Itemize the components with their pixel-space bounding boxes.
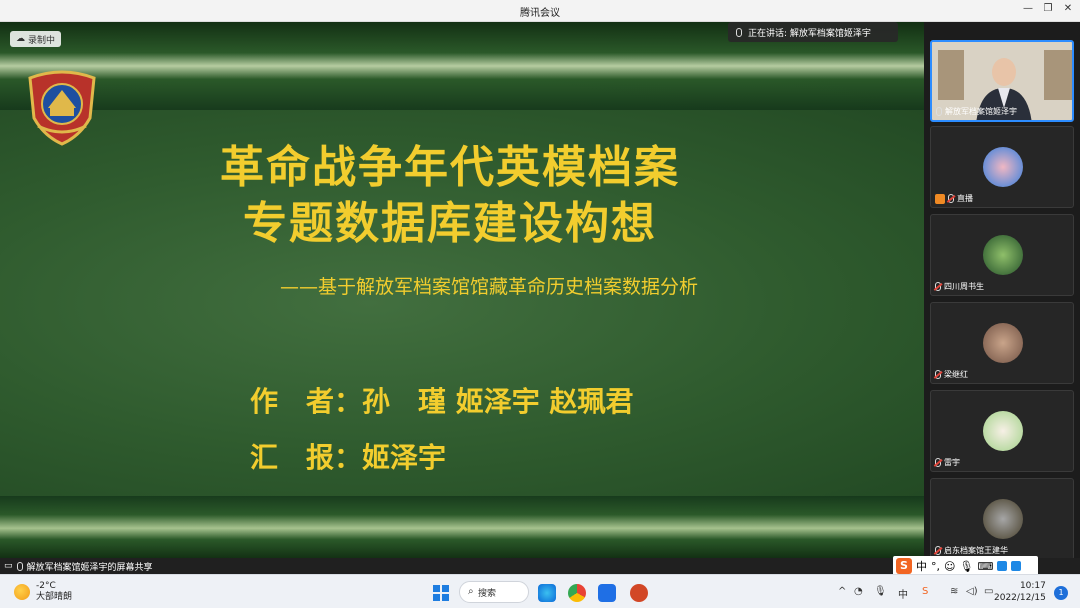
search-icon: ⌕ bbox=[468, 586, 474, 597]
sogou-icon[interactable]: S bbox=[896, 558, 912, 574]
slide-title-line-2: 专题数据库建设构想 bbox=[243, 198, 657, 249]
participant-name: 雷宇 bbox=[944, 458, 960, 467]
skin-icon[interactable] bbox=[997, 561, 1008, 571]
speaker-mic-icon bbox=[736, 27, 742, 37]
slide-subtitle: ——基于解放军档案馆馆藏革命历史档案数据分析 bbox=[280, 276, 699, 298]
tray-app-icon[interactable]: ◔ bbox=[854, 586, 863, 597]
participant-avatar bbox=[983, 323, 1023, 363]
windows-taskbar: -2°C 大部晴朗 ⌕ 搜索 ^ ◔ 🎙 中 S ≋ ◁) ▭ 10:17 20… bbox=[0, 574, 1080, 608]
keyboard-icon[interactable]: ⌨ bbox=[977, 560, 993, 573]
mic-muted-icon bbox=[935, 370, 941, 379]
wifi-icon[interactable]: ≋ bbox=[950, 586, 958, 597]
screen-share-icon: ▭ bbox=[4, 561, 13, 571]
mic-muted-icon bbox=[948, 194, 954, 203]
speaking-text: 正在讲话: 解放军档案馆姬泽宇 bbox=[748, 28, 871, 39]
participant-tile[interactable]: 雷宇 bbox=[930, 390, 1074, 472]
volume-icon[interactable]: ◁) bbox=[966, 586, 978, 597]
mic-muted-icon bbox=[935, 458, 941, 467]
cloud-icon: ☁ bbox=[16, 34, 25, 44]
close-icon[interactable]: ✕ bbox=[1060, 3, 1076, 14]
mic-muted-icon bbox=[935, 546, 941, 555]
sogou-tray-icon[interactable]: S bbox=[922, 586, 928, 597]
screen-share-label: 解放军档案馆姬泽宇的屏幕共享 bbox=[26, 562, 153, 573]
archive-emblem-logo bbox=[28, 70, 96, 146]
tencent-meeting-icon[interactable] bbox=[598, 584, 616, 602]
edge-icon[interactable] bbox=[538, 584, 556, 602]
minimize-icon[interactable]: — bbox=[1020, 3, 1036, 14]
participants-panel: 解放军档案馆姬泽宇 直播 四川周书生 梁继红 雷宇 启东档案馆王建华 bbox=[924, 22, 1080, 560]
slide-title: 革命战争年代英模档案 专题数据库建设构想 bbox=[180, 140, 720, 252]
participant-label: 雷宇 bbox=[935, 457, 960, 468]
participant-tile[interactable]: 直播 bbox=[930, 126, 1074, 208]
weather-icon bbox=[14, 584, 30, 600]
participant-avatar bbox=[983, 411, 1023, 451]
slide-title-line-1: 革命战争年代英模档案 bbox=[220, 142, 680, 193]
participant-avatar bbox=[983, 235, 1023, 275]
participant-tile[interactable]: 解放军档案馆姬泽宇 bbox=[930, 40, 1074, 122]
system-clock[interactable]: 10:17 2022/12/15 bbox=[994, 580, 1046, 604]
participant-label: 梁继红 bbox=[935, 369, 968, 380]
punctuation-icon[interactable]: °, bbox=[931, 560, 940, 573]
windows-start-icon[interactable] bbox=[433, 585, 449, 601]
shared-slide: 革命战争年代英模档案 专题数据库建设构想 ——基于解放军档案馆馆藏革命历史档案数… bbox=[0, 22, 924, 558]
battery-icon[interactable]: ▭ bbox=[984, 586, 993, 597]
participant-name: 启东档案馆王建华 bbox=[944, 546, 1008, 555]
window-title: 腾讯会议 bbox=[520, 8, 560, 19]
participant-name: 四川周书生 bbox=[944, 282, 984, 291]
clock-date: 2022/12/15 bbox=[994, 593, 1046, 603]
recording-label: 录制中 bbox=[28, 35, 56, 46]
chrome-icon[interactable] bbox=[568, 584, 586, 602]
participant-tile[interactable]: 四川周书生 bbox=[930, 214, 1074, 296]
participant-label: 四川周书生 bbox=[935, 281, 984, 292]
ime-toolbar[interactable]: S 中 °, ☺ 🎙 ⌨ bbox=[893, 556, 1038, 576]
participant-name: 直播 bbox=[957, 194, 973, 203]
slide-reporter: 汇 报：姬泽宇 bbox=[250, 441, 447, 474]
weather-desc: 大部晴朗 bbox=[36, 592, 73, 602]
participant-name: 解放军档案馆姬泽宇 bbox=[945, 107, 1017, 116]
mic-icon bbox=[936, 107, 942, 116]
toolbox-icon[interactable] bbox=[1011, 561, 1022, 571]
mic-icon bbox=[16, 561, 23, 571]
speaking-indicator: 正在讲话: 解放军档案馆姬泽宇 bbox=[728, 22, 898, 42]
participant-avatar bbox=[983, 499, 1023, 539]
taskbar-search[interactable]: ⌕ 搜索 bbox=[459, 581, 529, 603]
chevron-up-icon[interactable]: ^ bbox=[838, 586, 846, 597]
ime-mode[interactable]: 中 bbox=[916, 558, 927, 574]
search-label: 搜索 bbox=[478, 588, 497, 599]
participant-name: 梁继红 bbox=[944, 370, 968, 379]
live-icon bbox=[935, 193, 945, 204]
mic-muted-icon bbox=[935, 282, 941, 291]
participant-tile[interactable]: 梁继红 bbox=[930, 302, 1074, 384]
participant-avatar bbox=[983, 147, 1023, 187]
participant-label: 直播 bbox=[935, 193, 973, 204]
participant-label: 解放军档案馆姬泽宇 bbox=[936, 106, 1017, 117]
voice-icon[interactable]: 🎙 bbox=[959, 560, 973, 573]
clock-time: 10:17 bbox=[1019, 581, 1046, 591]
weather-widget[interactable]: -2°C 大部晴朗 bbox=[14, 581, 72, 603]
weather-temp: -2°C bbox=[36, 581, 56, 591]
slide-bottom-band bbox=[0, 496, 924, 558]
microphone-icon[interactable]: 🎙 bbox=[874, 586, 887, 597]
restore-icon[interactable]: ❐ bbox=[1040, 3, 1056, 14]
emoji-icon[interactable]: ☺ bbox=[944, 560, 955, 573]
window-titlebar: 腾讯会议 — ❐ ✕ bbox=[0, 0, 1080, 22]
participant-tile[interactable]: 启东档案馆王建华 bbox=[930, 478, 1074, 560]
slide-authors: 作 者：孙 瑾 姬泽宇 赵珮君 bbox=[250, 385, 634, 418]
recording-badge[interactable]: ☁ 录制中 bbox=[10, 31, 62, 47]
ime-indicator[interactable]: 中 bbox=[898, 586, 908, 601]
powerpoint-icon[interactable] bbox=[630, 584, 648, 602]
notification-badge[interactable]: 1 bbox=[1054, 586, 1068, 600]
participant-label: 启东档案馆王建华 bbox=[935, 545, 1008, 556]
